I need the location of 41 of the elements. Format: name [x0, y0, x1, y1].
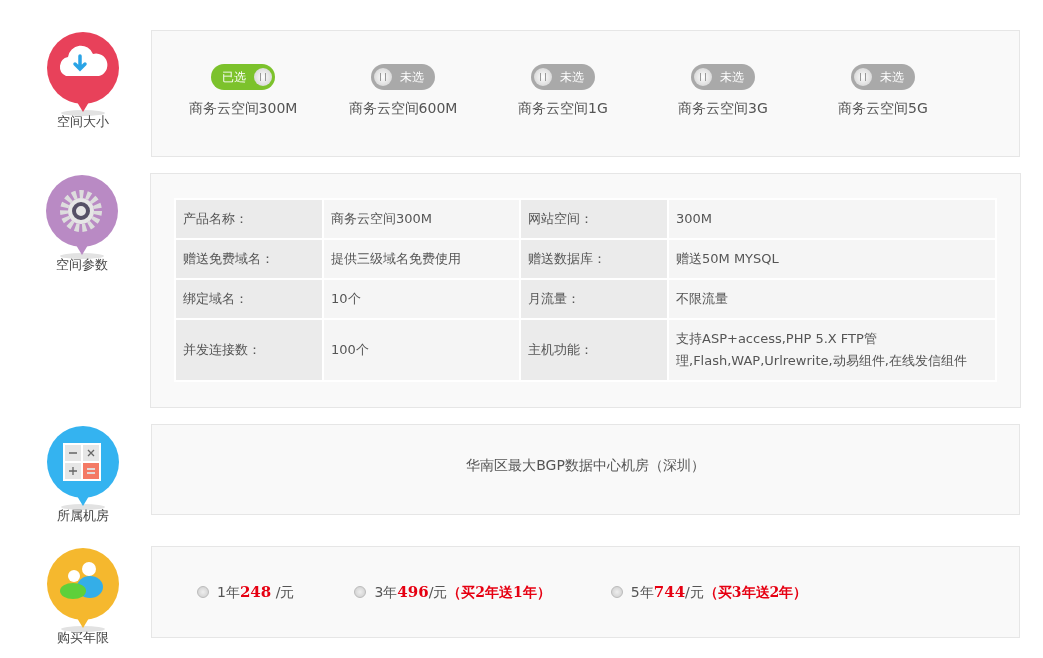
- table-cell: 网站空间：: [520, 199, 668, 239]
- table-cell: 提供三级域名免费使用: [323, 239, 520, 279]
- toggle-switch[interactable]: 未选: [531, 64, 595, 90]
- price-option-text: 3年496/元（买2年送1年）: [374, 581, 551, 603]
- option-label: 商务云空间3G: [678, 99, 768, 118]
- section-label: 所属机房: [56, 507, 109, 525]
- table-cell: 赠送数据库：: [520, 239, 668, 279]
- cloud-download-icon: [45, 32, 120, 116]
- option-label: 商务云空间5G: [838, 99, 928, 118]
- table-cell: 赠送50M MYSQL: [668, 239, 996, 279]
- table-cell: 10个: [323, 279, 520, 319]
- table-cell: 并发连接数：: [175, 319, 323, 381]
- section-label: 购买年限: [56, 629, 109, 647]
- table-cell: 绑定域名：: [175, 279, 323, 319]
- option-label: 商务云空间600M: [348, 99, 458, 118]
- radio-button[interactable]: [197, 586, 209, 598]
- table-cell: 月流量：: [520, 279, 668, 319]
- table-cell: 商务云空间300M: [323, 199, 520, 239]
- people-icon: [45, 548, 120, 632]
- option-label: 商务云空间300M: [188, 99, 298, 118]
- datacenter-text: 华南区最大BGP数据中心机房（深圳）: [466, 456, 705, 475]
- table-cell: 100个: [323, 319, 520, 381]
- toggle-switch[interactable]: 已选: [211, 64, 275, 90]
- section-label: 空间参数: [56, 256, 108, 274]
- toggle-switch[interactable]: 未选: [851, 64, 915, 90]
- gear-icon: [45, 175, 119, 259]
- section-label: 空间大小: [56, 113, 109, 131]
- price-option-text: 5年744/元（买3年送2年）: [630, 581, 808, 603]
- table-cell: 300M: [668, 199, 996, 239]
- table-cell: 赠送免费域名：: [175, 239, 323, 279]
- table-cell: 产品名称：: [175, 199, 323, 239]
- calculator-icon: [45, 426, 120, 510]
- radio-button[interactable]: [610, 586, 623, 598]
- table-cell: 支持ASP+access,PHP 5.X FTP管理,Flash,WAP,Urlrewrite,动易组件,在线发信组件: [668, 319, 996, 381]
- toggle-switch[interactable]: 未选: [371, 64, 435, 90]
- option-label: 商务云空间1G: [518, 99, 608, 118]
- price-option-text: 1年248 /元: [217, 581, 295, 603]
- radio-button[interactable]: [354, 586, 367, 598]
- toggle-switch[interactable]: 未选: [691, 64, 755, 90]
- table-cell: 不限流量: [668, 279, 996, 319]
- table-cell: 主机功能：: [520, 319, 668, 381]
